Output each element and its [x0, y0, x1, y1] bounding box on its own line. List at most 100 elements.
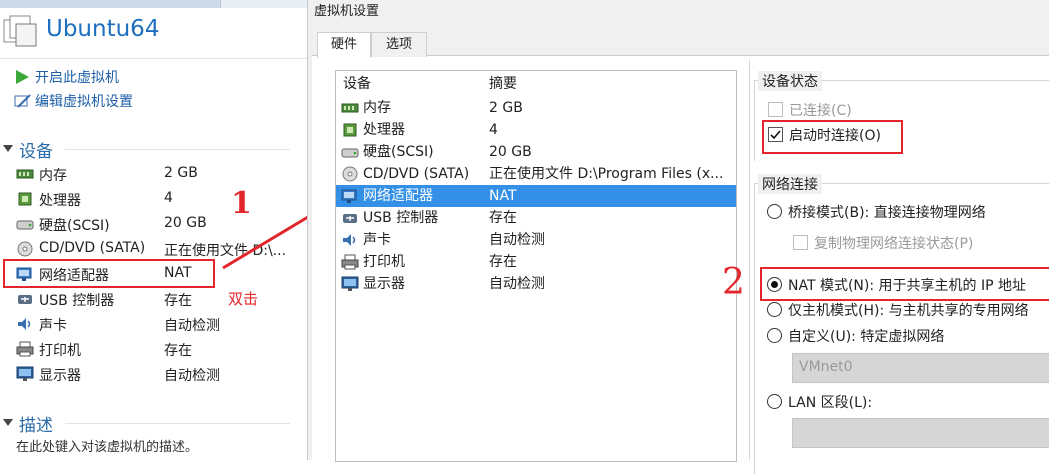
lan-segment-select[interactable] [792, 418, 1049, 448]
hardware-name: 显示器 [363, 276, 405, 292]
edit-vm-settings-link[interactable]: 编辑虚拟机设置 [14, 91, 214, 111]
cd-dvd-icon [17, 241, 33, 257]
device-row-sound[interactable]: 声卡 自动检测 [14, 314, 299, 336]
edit-settings-label: 编辑虚拟机设置 [35, 94, 133, 110]
bridged-mode-option[interactable]: 桥接模式(B): 直接连接物理网络 [766, 201, 1049, 221]
description-text[interactable]: 在此处键入对该虚拟机的描述。 [16, 436, 198, 455]
panel-divider [749, 60, 750, 460]
power-on-vm-link[interactable]: 开启此虚拟机 [14, 67, 214, 87]
device-name: 打印机 [39, 343, 81, 359]
hardware-summary: 2 GB [489, 100, 523, 116]
hardware-row[interactable]: 网络适配器 NAT [336, 185, 736, 207]
devices-section-title: 设备 [19, 142, 53, 162]
tab-hardware[interactable]: 硬件 [317, 32, 371, 58]
lan-segment-radio[interactable] [767, 394, 782, 409]
hardware-row[interactable]: USB 控制器 存在 [336, 207, 736, 229]
hardware-name: 硬盘(SCSI) [363, 144, 434, 160]
network-connection-title: 网络连接 [758, 174, 822, 194]
lan-segment-option[interactable]: LAN 区段(L): [766, 391, 1016, 411]
device-value: 4 [164, 190, 173, 206]
tab-options[interactable]: 选项 [371, 32, 427, 57]
cd-dvd-icon [342, 166, 358, 182]
network-adapter-icon [341, 189, 357, 203]
description-section-header[interactable]: 描述 [0, 411, 290, 436]
host-only-option[interactable]: 仅主机模式(H): 与主机共享的专用网络 [766, 299, 1049, 319]
device-status-title: 设备状态 [758, 71, 822, 91]
custom-label: 自定义(U): 特定虚拟网络 [788, 329, 945, 345]
hardware-summary: 自动检测 [489, 232, 545, 248]
device-value: 自动检测 [164, 368, 220, 384]
device-name: 声卡 [39, 318, 67, 334]
cpu-icon [18, 192, 32, 206]
hardware-summary: 自动检测 [489, 276, 545, 292]
device-value: 2 GB [164, 165, 198, 181]
host-only-label: 仅主机模式(H): 与主机共享的专用网络 [788, 303, 1029, 319]
custom-network-value: VMnet0 [799, 359, 853, 375]
bridged-label: 桥接模式(B): 直接连接物理网络 [788, 205, 986, 221]
hardware-summary: 4 [489, 122, 498, 138]
devices-section-header[interactable]: 设备 [0, 137, 290, 162]
connected-label: 已连接(C) [789, 103, 852, 119]
display-icon [16, 366, 34, 381]
play-icon [16, 70, 29, 84]
virtual-machine-icon [3, 15, 37, 47]
memory-icon [16, 169, 34, 179]
connected-checkbox[interactable] [768, 102, 783, 117]
hardware-summary: 存在 [489, 254, 517, 270]
highlight-nat-box [760, 267, 1049, 301]
harddisk-icon [341, 148, 359, 158]
device-name: 处理器 [39, 193, 81, 209]
tab-strip [0, 0, 307, 8]
dialog-title: 虚拟机设置 [314, 4, 380, 19]
device-value: 自动检测 [164, 318, 220, 334]
device-value: 20 GB [164, 215, 207, 231]
column-header-device[interactable]: 设备 [343, 73, 371, 95]
device-name: USB 控制器 [39, 293, 115, 309]
memory-icon [341, 103, 359, 113]
hardware-device-list[interactable]: 设备 摘要 内存 2 GB 处理器 4 硬盘(SCSI) 20 GB CD/DV… [335, 70, 737, 462]
list-header: 设备 摘要 [336, 73, 736, 95]
step-two-annotation: 2 [722, 262, 745, 303]
device-value: 存在 [164, 293, 192, 309]
hardware-row[interactable]: 打印机 存在 [336, 251, 736, 273]
replicate-label: 复制物理网络连接状态(P) [814, 236, 974, 252]
hardware-summary: NAT [489, 188, 517, 204]
hardware-name: 内存 [363, 100, 391, 116]
hardware-row[interactable]: 硬盘(SCSI) 20 GB [336, 141, 736, 163]
connected-checkbox-row[interactable]: 已连接(C) [767, 99, 967, 119]
hardware-summary: 20 GB [489, 144, 532, 160]
hardware-row[interactable]: 显示器 自动检测 [336, 273, 736, 295]
highlight-network-adapter-box [3, 259, 215, 288]
device-value: 存在 [164, 343, 192, 359]
custom-network-option[interactable]: 自定义(U): 特定虚拟网络 [766, 325, 1016, 345]
custom-network-select[interactable]: VMnet0 [792, 353, 1049, 383]
sound-icon [18, 318, 31, 330]
display-icon [341, 276, 359, 291]
edit-settings-icon [14, 94, 31, 108]
device-name: 显示器 [39, 368, 81, 384]
double-click-annotation: 双击 [228, 290, 259, 308]
column-header-summary[interactable]: 摘要 [489, 73, 517, 95]
custom-radio[interactable] [767, 328, 782, 343]
device-name: 内存 [39, 168, 67, 184]
hardware-row[interactable]: CD/DVD (SATA) 正在使用文件 D:\Program Files (x… [336, 163, 736, 185]
power-on-label: 开启此虚拟机 [35, 70, 119, 86]
host-only-radio[interactable] [767, 302, 782, 317]
hardware-row[interactable]: 处理器 4 [336, 119, 736, 141]
hardware-name: CD/DVD (SATA) [363, 166, 470, 182]
hardware-row[interactable]: 声卡 自动检测 [336, 229, 736, 251]
description-section-title: 描述 [19, 416, 53, 436]
replicate-state-option[interactable]: 复制物理网络连接状态(P) [792, 232, 1042, 252]
hardware-row[interactable]: 内存 2 GB [336, 97, 736, 119]
replicate-checkbox[interactable] [793, 235, 808, 250]
bridged-radio[interactable] [767, 204, 782, 219]
sound-icon [343, 234, 356, 246]
device-row-display[interactable]: 显示器 自动检测 [14, 364, 299, 386]
device-name: 硬盘(SCSI) [39, 218, 110, 234]
harddisk-icon [16, 220, 34, 230]
usb-icon [18, 295, 32, 304]
hardware-name: 声卡 [363, 232, 391, 248]
hardware-summary: 正在使用文件 D:\Program Files (x... [489, 166, 724, 182]
device-row-printer[interactable]: 打印机 存在 [14, 339, 299, 361]
cpu-icon [343, 123, 357, 137]
